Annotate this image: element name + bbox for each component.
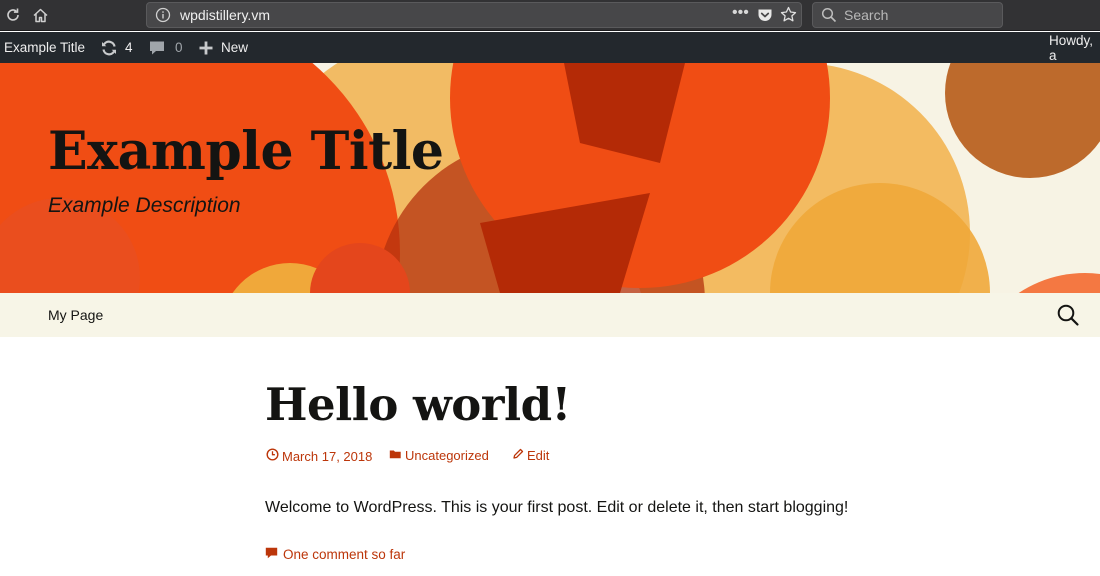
post-category-text[interactable]: Uncategorized	[405, 448, 489, 463]
browser-search-bar[interactable]: Search	[812, 2, 1003, 28]
site-header: Example Title Example Description	[0, 63, 1100, 293]
post-date-text[interactable]: March 17, 2018	[282, 449, 372, 464]
comment-icon	[265, 547, 283, 562]
bookmark-star-icon[interactable]	[780, 6, 797, 23]
post-category[interactable]: Uncategorized	[389, 448, 489, 463]
info-icon[interactable]	[155, 7, 171, 23]
admin-bar-site-name[interactable]: Example Title	[4, 32, 85, 63]
browser-toolbar: wpdistillery.vm ••• Search	[0, 0, 1100, 31]
post-title[interactable]: Hello world!	[265, 378, 571, 431]
search-icon	[821, 7, 837, 23]
post-edit-text[interactable]: Edit	[527, 448, 549, 463]
post-date[interactable]: March 17, 2018	[266, 448, 372, 464]
admin-bar-comments[interactable]: 0	[148, 32, 183, 63]
site-title[interactable]: Example Title	[48, 121, 444, 182]
post-edit-link[interactable]: Edit	[512, 448, 549, 463]
admin-bar-account[interactable]: Howdy, a	[1049, 32, 1100, 63]
comment-bubble-icon	[148, 39, 166, 57]
pocket-icon[interactable]	[757, 7, 773, 23]
updates-icon	[100, 39, 118, 57]
pencil-icon	[512, 448, 527, 463]
admin-bar-new[interactable]: New	[199, 32, 248, 63]
updates-count: 4	[125, 40, 133, 55]
comments-count: 0	[175, 40, 183, 55]
nav-item-my-page[interactable]: My Page	[48, 307, 103, 323]
admin-bar-updates[interactable]: 4	[100, 32, 133, 63]
reload-icon[interactable]	[3, 5, 23, 25]
home-icon[interactable]	[30, 5, 50, 25]
url-bar[interactable]: wpdistillery.vm •••	[146, 2, 802, 28]
main-navigation: My Page	[0, 293, 1100, 337]
search-placeholder: Search	[844, 7, 889, 23]
search-icon[interactable]	[1056, 303, 1080, 327]
url-text[interactable]: wpdistillery.vm	[180, 7, 270, 23]
wp-admin-bar: Example Title 4 0 New Howdy, a	[0, 32, 1100, 63]
comments-link-text[interactable]: One comment so far	[283, 547, 405, 562]
plus-icon	[199, 41, 213, 55]
site-description: Example Description	[48, 194, 241, 217]
folder-icon	[389, 448, 405, 463]
new-label: New	[221, 40, 249, 55]
comments-link[interactable]: One comment so far	[265, 547, 405, 562]
page-actions-icon[interactable]: •••	[732, 4, 749, 22]
post-content: Welcome to WordPress. This is your first…	[265, 499, 849, 516]
clock-icon	[266, 448, 282, 464]
